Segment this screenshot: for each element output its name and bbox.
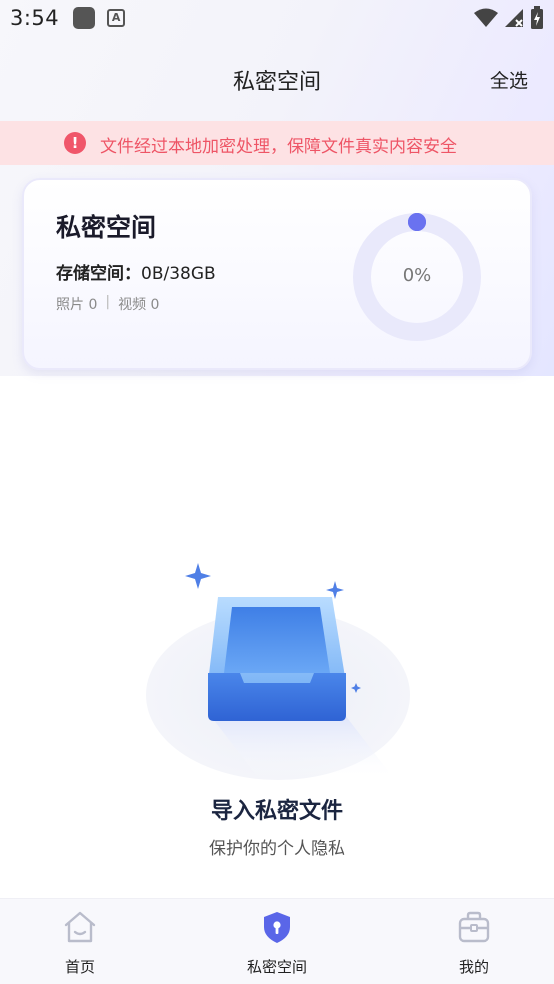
notification-icon bbox=[73, 7, 96, 29]
tab-private-space-label: 私密空间 bbox=[246, 958, 307, 976]
storage-label: 存储空间： bbox=[56, 264, 141, 284]
video-count: 视频 0 bbox=[118, 297, 160, 313]
count-separator: | bbox=[105, 294, 111, 310]
empty-state-subtitle: 保护你的个人隐私 bbox=[209, 839, 345, 859]
shield-icon bbox=[264, 912, 290, 943]
title-bar: 私密空间 全选 bbox=[0, 56, 554, 104]
home-icon bbox=[64, 911, 96, 943]
storage-value: 0B/38GB bbox=[141, 264, 216, 284]
storage-card: 私密空间 存储空间：0B/38GB 照片 0 | 视频 0 0% bbox=[22, 178, 532, 370]
empty-inbox-illustration bbox=[146, 563, 410, 780]
font-notification-icon: A bbox=[107, 9, 126, 27]
encryption-notice-text: 文件经过本地加密处理，保障文件真实内容安全 bbox=[100, 137, 457, 157]
battery-icon bbox=[531, 6, 543, 29]
tab-mine-label: 我的 bbox=[458, 958, 489, 976]
encryption-notice: ! 文件经过本地加密处理，保障文件真实内容安全 bbox=[0, 121, 554, 165]
status-icons bbox=[474, 6, 544, 30]
select-all-button[interactable]: 全选 bbox=[490, 66, 528, 93]
file-counts: 照片 0 | 视频 0 bbox=[56, 294, 159, 314]
storage-info: 存储空间：0B/38GB bbox=[56, 259, 216, 284]
card-title: 私密空间 bbox=[56, 213, 157, 242]
usage-percent: 0% bbox=[402, 265, 432, 286]
tab-home-label: 首页 bbox=[64, 958, 95, 976]
photo-count: 照片 0 bbox=[56, 297, 98, 313]
empty-state-title: 导入私密文件 bbox=[210, 799, 343, 824]
usage-ring-marker bbox=[408, 213, 426, 231]
wifi-icon bbox=[474, 8, 498, 27]
status-bar: 3:54 A bbox=[0, 0, 554, 36]
signal-icon bbox=[505, 9, 523, 27]
tab-mine[interactable]: 我的 bbox=[414, 899, 534, 984]
briefcase-icon bbox=[458, 911, 490, 943]
alert-icon: ! bbox=[64, 132, 86, 154]
status-time: 3:54 bbox=[10, 6, 60, 30]
page-title: 私密空间 bbox=[232, 70, 321, 95]
tab-private-space[interactable]: 私密空间 bbox=[217, 899, 337, 984]
bottom-tab-bar: 首页 私密空间 我的 bbox=[0, 898, 554, 984]
tab-home[interactable]: 首页 bbox=[20, 899, 140, 984]
